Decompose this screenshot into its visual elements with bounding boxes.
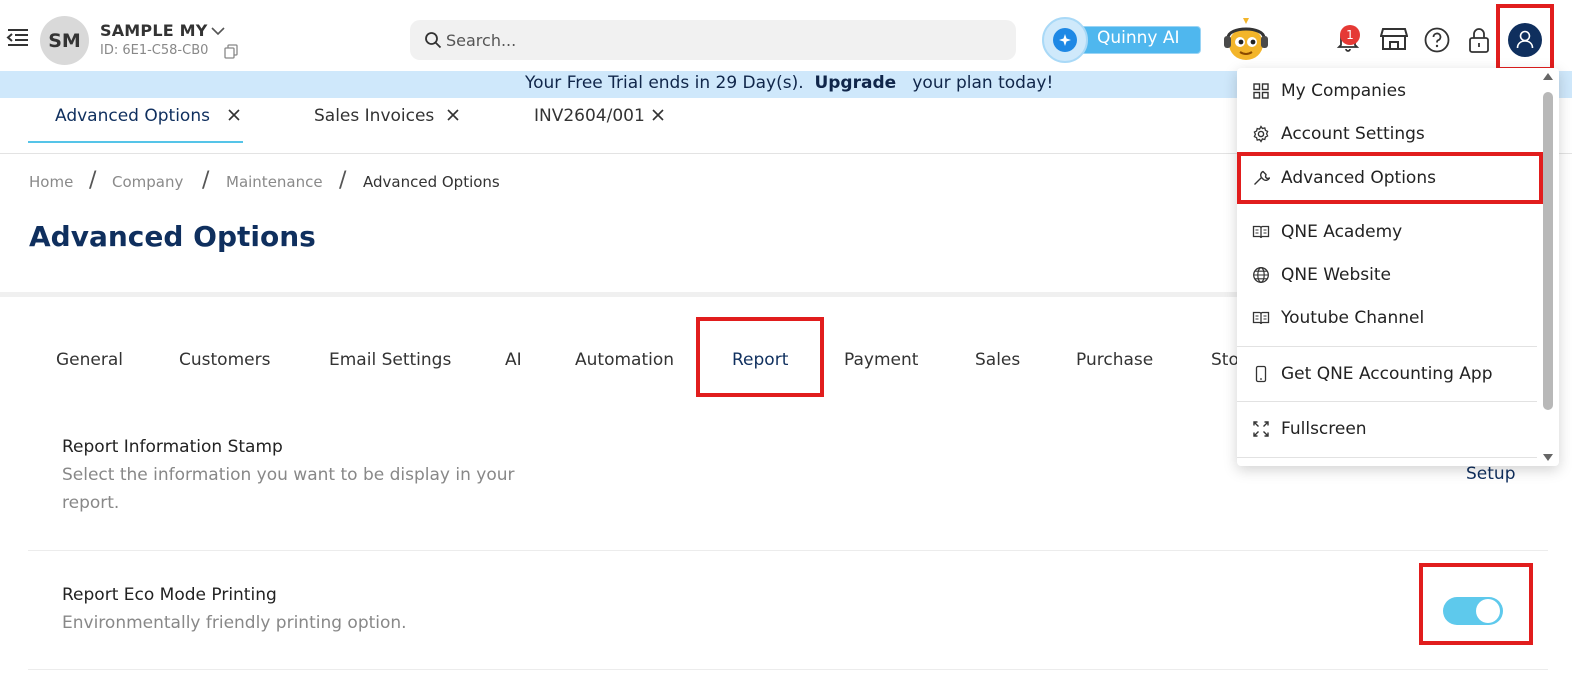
menu-divider [1237,457,1537,458]
row-divider [28,550,1548,551]
globe-icon [1253,267,1269,283]
user-profile-button[interactable] [1508,23,1542,57]
user-icon [1516,30,1534,49]
trial-message: Your Free Trial ends in 29 Day(s). Upgra… [525,73,1053,93]
setting-title-info-stamp: Report Information Stamp [62,437,283,457]
setting-desc-info-stamp: Select the information you want to be di… [62,465,515,513]
menu-label: Get QNE Accounting App [1281,364,1493,384]
menu-item-youtube-channel[interactable]: Youtube Channel [1252,303,1542,333]
option-tab-ai[interactable]: AI [505,350,522,370]
breadcrumb-home[interactable]: Home [29,173,73,191]
search-input[interactable] [446,21,1006,59]
upgrade-link[interactable]: Upgrade [814,73,896,93]
store-icon[interactable] [1380,27,1408,51]
lock-icon[interactable] [1467,26,1491,54]
menu-label: Youtube Channel [1281,308,1425,328]
copy-icon[interactable] [224,44,238,59]
close-icon[interactable] [227,108,241,122]
menu-label: Account Settings [1281,124,1425,144]
toggle-knob [1476,599,1500,623]
breadcrumb-maintenance[interactable]: Maintenance [226,173,323,191]
book-icon [1252,225,1270,239]
ai-sparkle-icon [1053,28,1077,52]
scroll-up-arrow-icon[interactable] [1541,70,1555,82]
book-icon [1252,311,1270,325]
trial-suffix: your plan today! [912,73,1054,93]
chevron-down-icon[interactable] [210,24,226,38]
advanced-options-highlight [1237,152,1543,204]
page-title: Advanced Options [29,220,316,253]
tab-sales-invoices[interactable]: Sales Invoices [314,106,434,126]
phone-icon [1255,365,1267,383]
menu-divider [1237,346,1537,347]
menu-label: QNE Website [1281,265,1392,285]
menu-toggle-icon[interactable] [6,26,30,50]
menu-item-qne-website[interactable]: QNE Website [1252,260,1542,290]
row-divider [28,669,1548,670]
tab-invoice[interactable]: INV2604/001 [534,106,645,126]
company-id: ID: 6E1-C58-CB0 [100,43,209,58]
search-icon [425,32,442,49]
active-tab-indicator [28,141,243,143]
close-icon[interactable] [651,108,665,122]
option-tab-stock[interactable]: Sto [1211,350,1239,370]
grid-icon [1253,83,1269,99]
fullscreen-icon [1253,421,1269,437]
breadcrumb-separator: / [89,168,97,193]
tab-advanced-options[interactable]: Advanced Options [55,106,210,126]
breadcrumb-current: Advanced Options [363,173,500,191]
notification-badge: 1 [1340,25,1360,45]
quinny-ai-label[interactable]: Quinny AI [1097,28,1180,48]
menu-item-get-app[interactable]: Get QNE Accounting App [1252,359,1542,389]
breadcrumb-separator: / [202,168,210,193]
close-icon[interactable] [446,108,460,122]
menu-divider [1237,401,1537,402]
option-tab-general[interactable]: General [56,350,123,370]
setting-desc-eco-mode: Environmentally friendly printing option… [62,613,407,633]
scroll-down-arrow-icon[interactable] [1541,452,1555,464]
dropdown-scrollbar[interactable] [1543,92,1553,410]
help-icon[interactable] [1423,26,1451,54]
company-avatar[interactable]: SM [40,16,89,65]
gear-icon [1253,125,1269,143]
breadcrumb-separator: / [339,168,347,193]
menu-item-qne-academy[interactable]: QNE Academy [1252,217,1542,247]
menu-label: My Companies [1281,81,1406,101]
option-tab-sales[interactable]: Sales [975,350,1020,370]
option-tab-payment[interactable]: Payment [844,350,918,370]
breadcrumb-company[interactable]: Company [112,173,183,191]
option-tab-customers[interactable]: Customers [179,350,270,370]
mascot-assistant-icon[interactable] [1220,14,1272,66]
menu-label: Fullscreen [1281,419,1367,439]
option-tab-automation[interactable]: Automation [575,350,674,370]
menu-item-my-companies[interactable]: My Companies [1252,76,1542,106]
menu-item-account-settings[interactable]: Account Settings [1252,119,1542,149]
company-name[interactable]: SAMPLE MY [100,21,208,40]
option-tab-purchase[interactable]: Purchase [1076,350,1153,370]
option-tab-email-settings[interactable]: Email Settings [329,350,451,370]
setup-link[interactable]: Setup [1466,464,1515,484]
menu-label: QNE Academy [1281,222,1403,242]
report-tab-highlight [696,317,824,397]
menu-item-fullscreen[interactable]: Fullscreen [1252,414,1542,444]
section-divider [0,292,1240,297]
trial-prefix: Your Free Trial ends in 29 Day(s). [525,73,804,93]
setting-title-eco-mode: Report Eco Mode Printing [62,585,277,605]
